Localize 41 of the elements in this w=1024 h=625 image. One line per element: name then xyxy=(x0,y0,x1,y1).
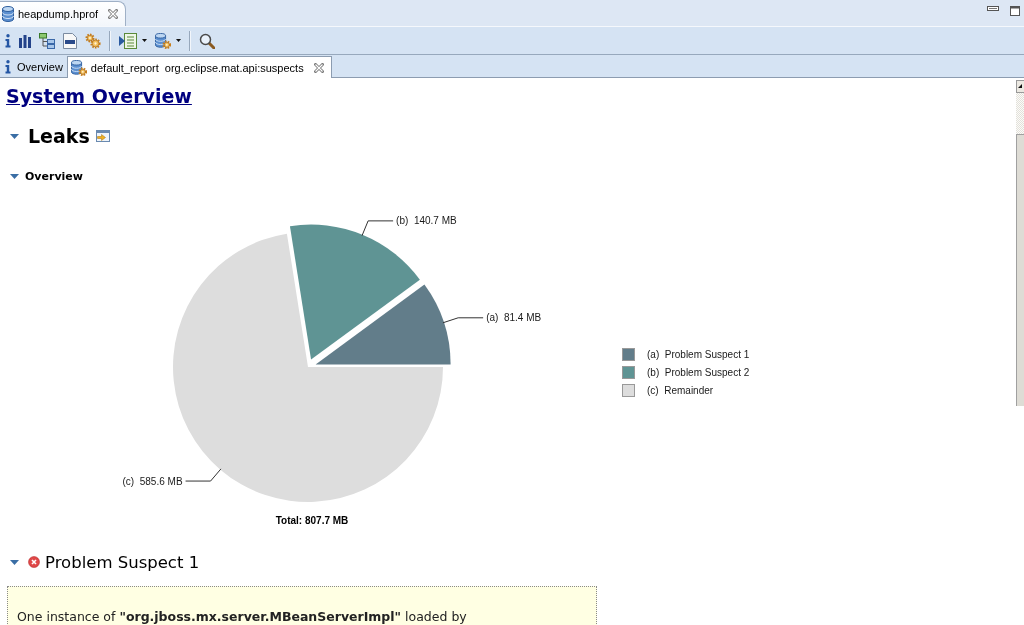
play-list-icon[interactable] xyxy=(119,32,137,49)
chart-total: Total: 807.7 MB xyxy=(275,515,349,526)
scroll-up-button[interactable] xyxy=(1016,80,1024,93)
disclosure-triangle-icon[interactable] xyxy=(10,559,19,565)
maximize-icon[interactable] xyxy=(1010,6,1020,16)
database-gear-icon[interactable] xyxy=(155,32,171,49)
close-icon[interactable] xyxy=(108,9,119,19)
info-icon[interactable] xyxy=(5,33,11,48)
bar-chart-icon[interactable] xyxy=(19,33,31,48)
view-tab[interactable]: Overview xyxy=(0,56,67,77)
view-tab[interactable]: default_report org.eclipse.mat.api:suspects xyxy=(66,56,332,78)
leader-line xyxy=(442,317,484,324)
leader-line xyxy=(361,220,394,237)
subsection-heading: Overview xyxy=(25,169,83,183)
scrollbar-thumb[interactable] xyxy=(1016,134,1024,406)
database-gear-icon xyxy=(70,59,87,76)
disclosure-triangle-icon[interactable] xyxy=(10,173,19,179)
slice-label: (a) 81.4 MB xyxy=(486,312,542,324)
legend-label: (b) Problem Suspect 2 xyxy=(647,367,750,378)
search-icon[interactable] xyxy=(199,32,215,49)
legend-label: (c) Remainder xyxy=(647,385,714,396)
tree-icon[interactable] xyxy=(39,32,55,49)
description-text: One instance of "org.jboss.mx.server.MBeanServerImpl" loaded by xyxy=(17,608,468,625)
info-icon xyxy=(5,59,11,74)
close-icon[interactable] xyxy=(313,62,324,73)
gear-icon[interactable] xyxy=(85,32,101,49)
report-title-link[interactable]: System Overview xyxy=(6,85,192,107)
minimize-icon[interactable] xyxy=(987,6,999,11)
section-heading: Problem Suspect 1 xyxy=(45,552,200,572)
document-icon[interactable] xyxy=(63,32,77,49)
slice-label: (b) 140.7 MB xyxy=(396,215,457,227)
error-icon xyxy=(28,556,40,568)
editor-tab[interactable]: heapdump.hprof xyxy=(0,1,127,26)
caret-icon[interactable] xyxy=(176,39,181,42)
legend-label: (a) Problem Suspect 1 xyxy=(647,349,750,360)
caret-icon[interactable] xyxy=(142,39,147,42)
leader-line xyxy=(185,468,222,482)
section-heading: Leaks xyxy=(28,125,90,147)
slice-label: (c) 585.6 MB xyxy=(122,475,183,487)
disclosure-triangle-icon[interactable] xyxy=(10,133,19,139)
database-icon xyxy=(2,6,14,22)
